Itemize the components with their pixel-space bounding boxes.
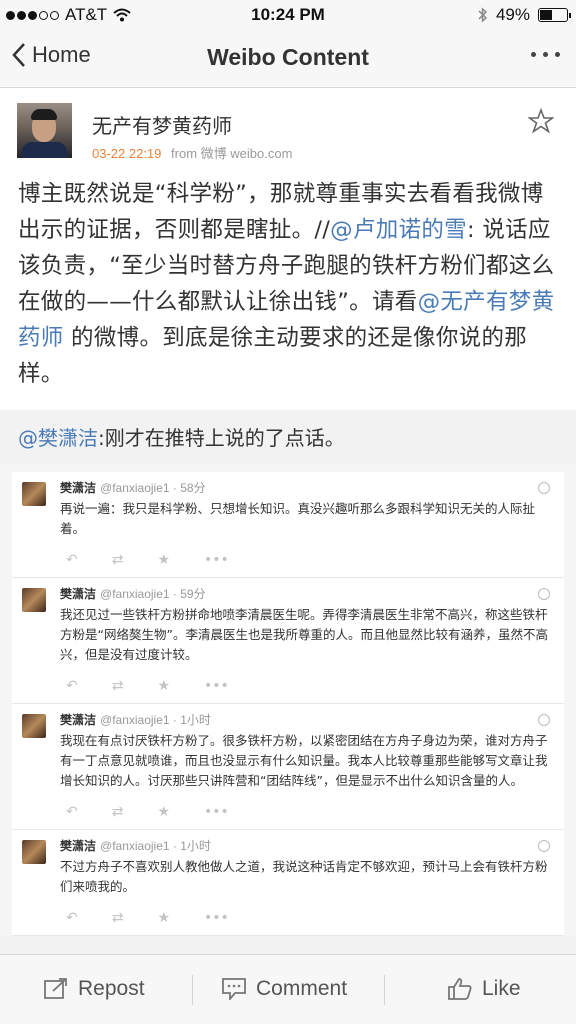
tweet-item: 樊潇洁 @fanxiaojie1 · 1小时不过方舟子不喜欢别人教他做人之道，我说… <box>12 830 564 936</box>
favorite-icon: ★ <box>157 552 171 568</box>
like-button[interactable]: Like <box>448 977 521 1001</box>
avatar <box>22 588 46 612</box>
retweet-icon: ⇄ <box>111 804 124 820</box>
tweet-item: 樊潇洁 @fanxiaojie1 · 58分再说一遍：我只是科学粉、只想增长知识。… <box>12 472 564 578</box>
tweet-actions: ↶ ⇄ ★ ••• <box>66 911 552 925</box>
globe-icon <box>538 840 550 852</box>
reply-icon: ↶ <box>66 552 78 568</box>
battery-icon <box>538 8 571 22</box>
tweet-text: 再说一遍：我只是科学粉、只想增长知识。真没兴趣听那么多跟科学知识无关的人际扯着。 <box>60 501 536 536</box>
tweet-text: 我现在有点讨厌铁杆方粉了。很多铁杆方粉，以紧密团结在方舟子身边为荣，谁对方舟子有… <box>60 733 548 788</box>
globe-icon <box>538 588 550 600</box>
more-dots-icon: ••• <box>204 910 229 926</box>
retweet-icon: ⇄ <box>111 552 124 568</box>
tweet-handle-time: @fanxiaojie1 · 1小时 <box>100 713 211 727</box>
star-icon[interactable] <box>528 108 554 134</box>
globe-icon <box>538 714 550 726</box>
tweet-author: 樊潇洁 <box>60 839 97 853</box>
battery-percent: 49% <box>495 5 530 24</box>
tweet-handle-time: @fanxiaojie1 · 1小时 <box>100 839 211 853</box>
tweet-actions: ↶ ⇄ ★ ••• <box>66 679 552 693</box>
retweet-icon: ⇄ <box>111 910 124 926</box>
tweet-text: 不过方舟子不喜欢别人教他做人之道，我说这种话肯定不够欢迎，预计马上会有铁杆方粉们… <box>60 859 548 894</box>
post-content: 无产有梦黄药师 03-22 22:19 from 微博 weibo.com 博主… <box>0 88 576 954</box>
like-icon <box>448 978 472 1000</box>
reply-icon: ↶ <box>66 804 78 820</box>
favorite-icon: ★ <box>157 804 171 820</box>
post-meta: 03-22 22:19 from 微博 weibo.com <box>92 143 292 162</box>
comment-button[interactable]: Comment <box>222 977 347 1001</box>
post-text-part3: 的微博。到底是徐主动要求的还是像你说的那样。 <box>18 325 528 387</box>
bottom-action-bar: Repost Comment Like <box>0 954 576 1024</box>
more-dots-icon: ••• <box>204 552 229 568</box>
globe-icon <box>538 482 550 494</box>
retweet-icon: ⇄ <box>111 678 124 694</box>
tweet-author: 樊潇洁 <box>60 713 97 727</box>
repost-mention[interactable]: @樊潇洁 <box>18 426 98 450</box>
tweet-actions: ↶ ⇄ ★ ••• <box>66 805 552 819</box>
tweet-handle-time: @fanxiaojie1 · 58分 <box>100 481 206 495</box>
mention-link[interactable]: @卢加诺的雪 <box>330 217 467 243</box>
bluetooth-icon <box>478 7 488 23</box>
favorite-icon: ★ <box>157 678 171 694</box>
reply-icon: ↶ <box>66 910 78 926</box>
tweet-actions: ↶ ⇄ ★ ••• <box>66 553 552 567</box>
status-right-group: 49% <box>478 5 571 25</box>
comment-label: Comment <box>256 977 348 1000</box>
post-time: 03-22 22:19 <box>92 146 162 161</box>
repost-area: @樊潇洁:刚才在推特上说的了点话。 樊潇洁 @fanxiaojie1 · 58分再… <box>0 410 576 936</box>
tweet-header: 樊潇洁 @fanxiaojie1 · 1小时 <box>60 838 552 854</box>
tweet-header: 樊潇洁 @fanxiaojie1 · 1小时 <box>60 712 552 728</box>
avatar[interactable] <box>17 103 72 158</box>
tweet-header: 樊潇洁 @fanxiaojie1 · 58分 <box>60 480 552 496</box>
avatar <box>22 714 46 738</box>
battery-fill <box>540 10 553 20</box>
tweet-author: 樊潇洁 <box>60 481 97 495</box>
divider <box>192 975 193 1005</box>
favorite-icon: ★ <box>157 910 171 926</box>
tweet-list: 樊潇洁 @fanxiaojie1 · 58分 再说一遍：我只是科学粉、只想增长知识。… <box>12 472 564 936</box>
divider <box>384 975 385 1005</box>
repost-button[interactable]: Repost <box>44 977 145 1001</box>
embedded-screenshot[interactable]: 樊潇洁 @fanxiaojie1 · 58分 再说一遍：我只是科学粉、只想增长知识。… <box>0 464 576 936</box>
post-body: 博主既然说是“科学粉”，那就尊重事实去看看我微博出示的证据，否则都是瞎扯。//@… <box>0 168 576 410</box>
repost-icon <box>44 978 67 999</box>
back-chevron-icon <box>12 43 25 67</box>
post-header: 无产有梦黄药师 03-22 22:19 from 微博 weibo.com <box>0 88 576 168</box>
repost-text: @樊潇洁:刚才在推特上说的了点话。 <box>18 422 558 454</box>
repost-body: :刚才在推特上说的了点话。 <box>98 426 345 450</box>
tweet-text: 我还见过一些铁杆方粉拼命地喷李清晨医生呢。弄得李清晨医生非常不高兴，称这些铁杆方… <box>60 607 548 662</box>
avatar <box>22 840 46 864</box>
author-name[interactable]: 无产有梦黄药师 <box>92 110 232 139</box>
tweet-item: 樊潇洁 @fanxiaojie1 · 1小时我现在有点讨厌铁杆方粉了。很多铁杆方粉… <box>12 704 564 830</box>
tweet-handle-time: @fanxiaojie1 · 59分 <box>100 587 206 601</box>
repost-label: Repost <box>78 977 145 1000</box>
tweet-header: 樊潇洁 @fanxiaojie1 · 59分 <box>60 586 552 602</box>
tweet-item: 樊潇洁 @fanxiaojie1 · 59分我还见过一些铁杆方粉拼命地喷李清晨医生… <box>12 578 564 704</box>
comment-icon <box>222 978 246 1000</box>
navigation-bar: Home Weibo Content <box>0 30 576 88</box>
avatar <box>22 482 46 506</box>
more-dots-icon: ••• <box>204 678 229 694</box>
back-label: Home <box>32 42 91 67</box>
more-dots-icon: ••• <box>204 804 229 820</box>
post-source: from 微博 weibo.com <box>171 146 293 161</box>
back-button[interactable]: Home <box>12 42 91 68</box>
tweet-author: 樊潇洁 <box>60 587 97 601</box>
more-icon[interactable] <box>531 52 560 57</box>
like-label: Like <box>482 977 521 1000</box>
status-bar: AT&T 10:24 PM 49% <box>0 0 576 30</box>
reply-icon: ↶ <box>66 678 78 694</box>
